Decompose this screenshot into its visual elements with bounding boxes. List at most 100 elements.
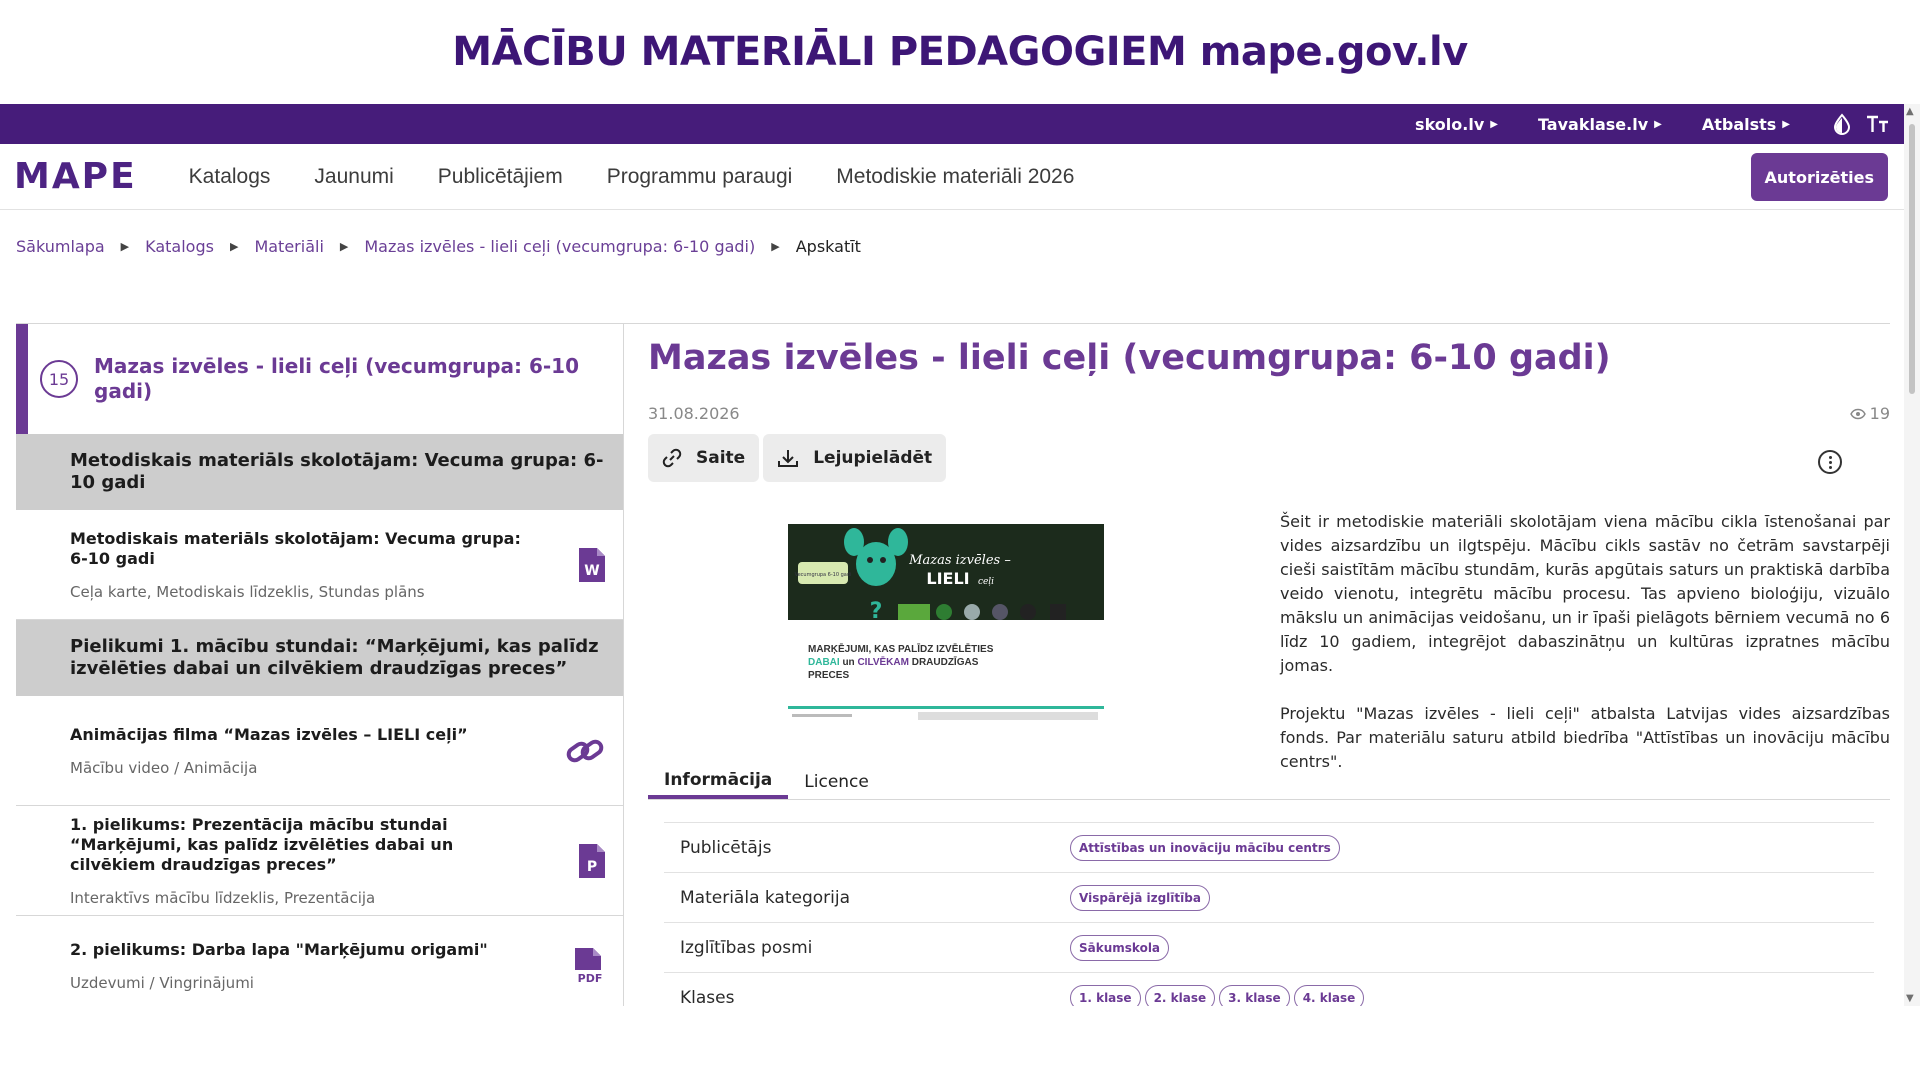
grade-tag[interactable]: 2. klase — [1144, 984, 1216, 1006]
publisher-tag[interactable]: Attīstības un inovāciju mācību centrs — [1070, 834, 1340, 861]
tab-informacija[interactable]: Informācija — [648, 764, 789, 799]
list-item-title: Metodiskais materiāls skolotājam: Vecuma… — [70, 528, 521, 568]
grade-tag[interactable]: 1. klase — [1070, 984, 1141, 1006]
nav-jaunumi[interactable]: Jaunumi — [314, 165, 393, 189]
breadcrumb-materiali[interactable]: Materiāli — [254, 237, 323, 256]
breadcrumb-current: Apskatīt — [795, 236, 861, 256]
word-document-icon: W — [579, 547, 605, 582]
info-row: Materiāla kategorija Vispārējā izglītība — [664, 872, 1874, 922]
list-item-title: Animācijas filma “Mazas izvēles – LIELI … — [70, 724, 468, 744]
caret-right-icon: ▶ — [1782, 118, 1790, 130]
publish-date: 31.08.2026 — [648, 404, 740, 423]
list-item-subtitle: Ceļa karte, Metodiskais līdzeklis, Stund… — [70, 582, 425, 601]
tab-licence[interactable]: Licence — [788, 764, 885, 799]
stage-tag[interactable]: Sākumskola — [1070, 934, 1170, 961]
breadcrumb-separator-icon: ▶ — [229, 239, 239, 253]
topbar-link-atbalsts[interactable]: Atbalsts ▶ — [1702, 115, 1790, 134]
list-item[interactable]: 1. pielikums: Prezentācija mācību stunda… — [16, 806, 623, 916]
top-utility-bar: skolo.lv ▶ Tavaklase.lv ▶ Atbalsts ▶ — [0, 104, 1920, 144]
link-icon — [662, 448, 682, 468]
grade-tag[interactable]: 4. klase — [1293, 984, 1365, 1006]
description-paragraph: Šeit ir metodiskie materiāli skolotājam … — [1280, 512, 1890, 675]
scroll-up-icon[interactable]: ▲ — [1906, 106, 1914, 117]
svg-text:Mazas izvēles –: Mazas izvēles – — [908, 553, 1011, 568]
pdf-file-icon: PDF — [575, 947, 603, 984]
download-button[interactable]: Lejupielādēt — [763, 434, 947, 482]
breadcrumb: Sākumlapa ▶ Katalogs ▶ Materiāli ▶ Mazas… — [0, 210, 1920, 282]
material-cover-image: Vecumgrupa 6-10 gadi Mazas izvēles – LIE… — [788, 524, 1108, 724]
more-options-icon[interactable] — [1818, 450, 1842, 474]
browser-viewport: skolo.lv ▶ Tavaklase.lv ▶ Atbalsts ▶ MAPE K… — [0, 104, 1920, 1006]
list-item-title: 1. pielikums: Prezentācija mācību stunda… — [70, 814, 454, 874]
material-description: Šeit ir metodiskie materiāli skolotājam … — [1280, 510, 1890, 774]
info-row: Publicētājs Attīstības un inovāciju mācī… — [664, 822, 1874, 872]
topbar-link-skolo[interactable]: skolo.lv ▶ — [1415, 115, 1498, 134]
material-title: Mazas izvēles - lieli ceļi (vecumgrupa: … — [648, 338, 1611, 378]
contrast-icon[interactable] — [1832, 113, 1852, 135]
svg-text:?: ? — [870, 599, 883, 624]
info-row: Izglītības posmi Sākumskola — [664, 922, 1874, 972]
mape-logo[interactable]: MAPE — [14, 156, 137, 197]
breadcrumb-separator-icon: ▶ — [339, 239, 349, 253]
content-area: 15 Mazas izvēles - lieli ceļi (vecumgrup… — [16, 323, 1890, 1006]
list-item-subtitle: Mācību video / Animācija — [70, 758, 258, 777]
presentation-file-icon: P — [579, 843, 605, 878]
page-banner: MĀCĪBU MATERIĀLI PEDAGOGIEM mape.gov.lv — [452, 29, 1468, 75]
collection-header: 15 Mazas izvēles - lieli ceļi (vecumgrup… — [16, 324, 623, 434]
grade-tag[interactable]: 3. klase — [1219, 984, 1290, 1006]
breadcrumb-separator-icon: ▶ — [120, 239, 130, 253]
breadcrumb-home[interactable]: Sākumlapa — [16, 237, 105, 256]
svg-text:DABAI un CILVĒKAM DRAUDZĪGAS: DABAI un CILVĒKAM DRAUDZĪGAS — [808, 656, 979, 668]
list-item-subtitle: Interaktīvs mācību līdzeklis, Prezentāci… — [70, 888, 376, 907]
svg-text:PRECES: PRECES — [808, 670, 849, 681]
topbar-link-tavaklase[interactable]: Tavaklase.lv ▶ — [1538, 115, 1662, 134]
nav-programmu-paraugi[interactable]: Programmu paraugi — [607, 165, 793, 189]
nav-metodiskie-materiali[interactable]: Metodiskie materiāli 2026 — [836, 165, 1074, 189]
breadcrumb-material[interactable]: Mazas izvēles - lieli ceļi (vecumgrupa: … — [364, 237, 755, 256]
link-icon — [566, 739, 604, 762]
svg-text:LIELI: LIELI — [926, 569, 969, 588]
view-count: 19 — [1849, 404, 1890, 423]
caret-right-icon: ▶ — [1654, 118, 1662, 130]
scrollbar-thumb[interactable] — [1909, 124, 1915, 394]
scroll-down-icon[interactable]: ▼ — [1906, 993, 1914, 1004]
svg-text:MARĶĒJUMI, KAS PALĪDZ IZVĒLĒTI: MARĶĒJUMI, KAS PALĪDZ IZVĒLĒTIES — [808, 643, 994, 655]
list-item[interactable]: Metodiskais materiāls skolotājam: Vecuma… — [16, 510, 623, 620]
svg-text:W: W — [584, 563, 599, 579]
list-item-subtitle: Uzdevumi / Vingrinājumi — [70, 973, 254, 992]
material-list-panel: 15 Mazas izvēles - lieli ceļi (vecumgrup… — [16, 324, 624, 1006]
section-header[interactable]: Metodiskais materiāls skolotājam: Vecuma… — [16, 434, 623, 510]
download-icon — [778, 450, 799, 467]
nav-katalogs[interactable]: Katalogs — [189, 165, 271, 189]
vertical-scrollbar[interactable]: ▲ ▼ — [1904, 104, 1920, 1006]
list-item-title: 2. pielikums: Darba lapa "Marķējumu orig… — [70, 939, 488, 959]
list-item[interactable]: Animācijas filma “Mazas izvēles – LIELI … — [16, 696, 623, 806]
text-size-icon[interactable] — [1866, 114, 1890, 134]
list-item[interactable]: 2. pielikums: Darba lapa "Marķējumu orig… — [16, 916, 623, 1006]
material-meta: 31.08.2026 19 — [648, 404, 1890, 434]
info-label: Publicētājs — [680, 837, 772, 858]
copy-link-button[interactable]: Saite — [648, 434, 760, 482]
svg-text:ceļi: ceļi — [978, 577, 994, 587]
info-label: Klases — [680, 987, 735, 1007]
svg-text:P: P — [587, 859, 597, 875]
collection-title: Mazas izvēles - lieli ceļi (vecumgrupa: … — [94, 354, 580, 403]
cover-badge: Vecumgrupa 6-10 gadi — [795, 572, 852, 578]
main-navbar: MAPE Katalogs Jaunumi Publicētājiem Prog… — [0, 144, 1920, 210]
breadcrumb-katalogs[interactable]: Katalogs — [145, 237, 214, 256]
detail-tabs: Informācija Licence — [648, 764, 1890, 800]
svg-text:PDF: PDF — [578, 972, 603, 984]
collection-count-badge: 15 — [40, 360, 78, 398]
info-label: Materiāla kategorija — [680, 887, 851, 908]
info-table: Publicētājs Attīstības un inovāciju mācī… — [664, 822, 1874, 1006]
material-detail: Mazas izvēles - lieli ceļi (vecumgrupa: … — [648, 324, 1890, 1006]
info-row: Klases 1. klase 2. klase 3. klase 4. kla… — [664, 972, 1874, 1006]
login-button[interactable]: Autorizēties — [1750, 153, 1888, 201]
info-label: Izglītības posmi — [680, 937, 813, 958]
section-header[interactable]: Pielikumi 1. mācību stundai: “Marķējumi,… — [16, 620, 623, 696]
category-tag[interactable]: Vispārējā izglītība — [1070, 884, 1210, 911]
caret-right-icon: ▶ — [1490, 118, 1498, 130]
material-actions: Saite Lejupielādēt — [648, 434, 1890, 482]
breadcrumb-separator-icon: ▶ — [771, 239, 780, 253]
nav-publicetajiem[interactable]: Publicētājiem — [438, 165, 563, 189]
